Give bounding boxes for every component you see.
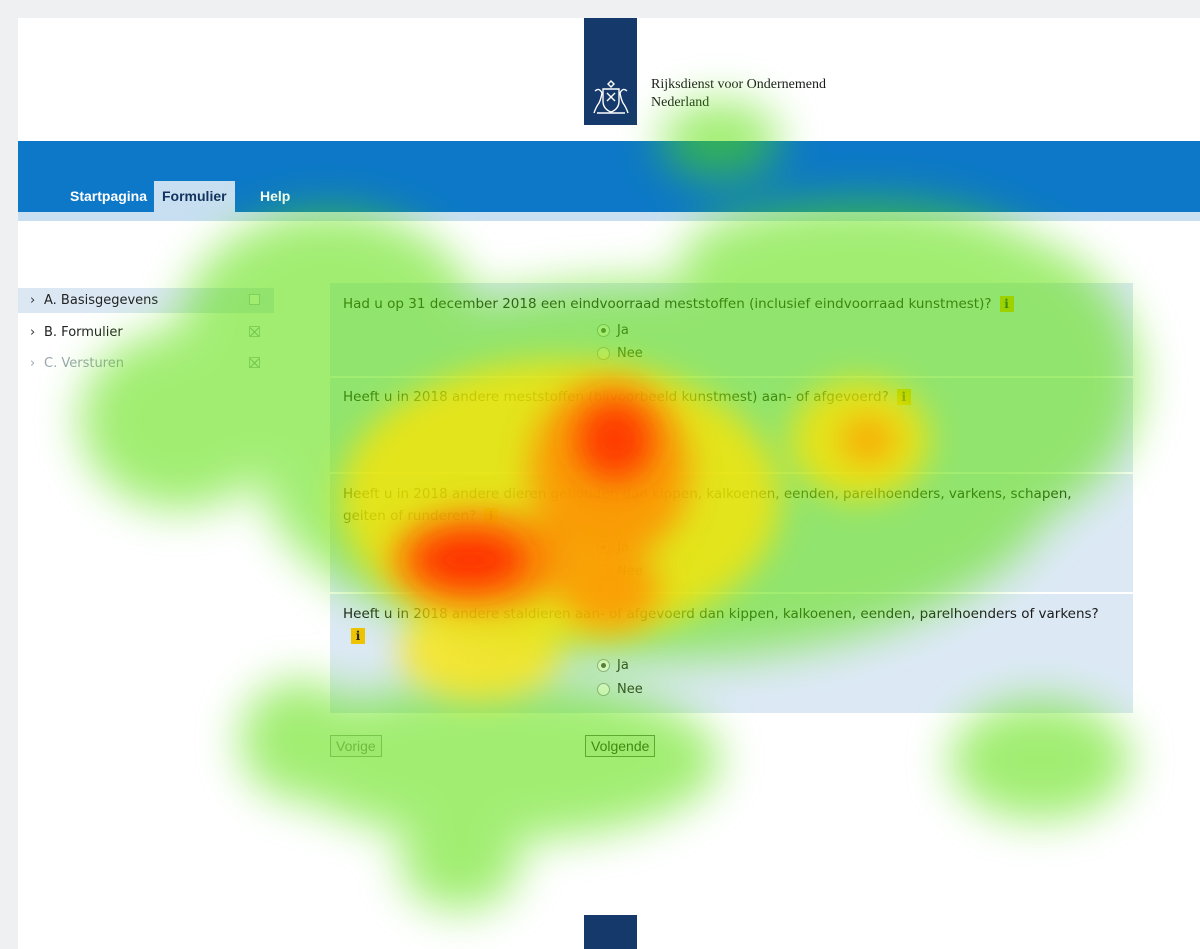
radio-button[interactable]: [597, 324, 610, 337]
question-divider: [330, 376, 1133, 378]
organization-name: Rijksdienst voor Ondernemend Nederland: [651, 76, 826, 112]
radio-button[interactable]: [597, 445, 610, 458]
question-label: Heeft u in 2018 andere dieren gehouden d…: [343, 486, 1072, 524]
radio-label: Ja: [617, 420, 629, 435]
previous-button[interactable]: Vorige: [330, 735, 382, 757]
chevron-right-icon: ›: [30, 293, 36, 308]
question-label: Heeft u in 2018 andere staldieren aan- o…: [343, 606, 1099, 622]
radio-label: Nee: [617, 346, 643, 361]
question-panel: Had u op 31 december 2018 een eindvoorra…: [330, 283, 1133, 713]
sidebar-item-formulier[interactable]: › B. Formulier: [18, 320, 274, 345]
organization-name-line2: Nederland: [651, 95, 710, 110]
sidebar-item-basisgegevens[interactable]: › A. Basisgegevens: [18, 288, 274, 313]
radio-button[interactable]: [597, 541, 610, 554]
question-text: Heeft u in 2018 andere meststoffen (bijv…: [343, 386, 1113, 408]
sidebar-item-label: C. Versturen: [44, 356, 124, 371]
radio-button[interactable]: [597, 659, 610, 672]
radio-label: Nee: [617, 564, 643, 579]
status-crossed-icon: [249, 357, 260, 368]
sidebar-item-label: B. Formulier: [44, 325, 123, 340]
coat-of-arms-icon: [592, 80, 629, 114]
status-crossed-icon: [249, 326, 260, 337]
question-text: Had u op 31 december 2018 een eindvoorra…: [343, 293, 1113, 315]
tab-formulier[interactable]: Formulier: [154, 181, 235, 212]
info-icon[interactable]: i: [351, 628, 365, 644]
footer-logo-block: [584, 915, 637, 949]
info-icon[interactable]: i: [896, 389, 911, 405]
radio-label: Nee: [617, 682, 643, 697]
tab-help[interactable]: Help: [252, 181, 298, 212]
question-text: Heeft u in 2018 andere dieren gehouden d…: [343, 483, 1113, 527]
radio-button[interactable]: [597, 683, 610, 696]
radio-label: Ja: [617, 540, 629, 555]
navigation-stripe: [18, 212, 1200, 221]
info-icon[interactable]: i: [999, 296, 1014, 312]
question-label: Heeft u in 2018 andere meststoffen (bijv…: [343, 389, 889, 405]
radio-label: Nee: [617, 444, 643, 459]
tab-startpagina[interactable]: Startpagina: [62, 181, 155, 212]
sidebar-item-label: A. Basisgegevens: [44, 293, 159, 308]
radio-button[interactable]: [597, 565, 610, 578]
radio-button[interactable]: [597, 347, 610, 360]
question-divider: [330, 472, 1133, 474]
government-logo: [584, 18, 637, 125]
question-label: Had u op 31 december 2018 een eindvoorra…: [343, 296, 992, 312]
question-text: Heeft u in 2018 andere staldieren aan- o…: [343, 603, 1113, 647]
organization-name-line1: Rijksdienst voor Ondernemend: [651, 77, 826, 92]
radio-label: Ja: [617, 658, 629, 673]
question-divider: [330, 592, 1133, 594]
radio-label: Ja: [617, 323, 629, 338]
next-button[interactable]: Volgende: [585, 735, 656, 757]
status-checkbox-icon: [249, 294, 260, 305]
chevron-right-icon: ›: [30, 325, 36, 340]
info-icon[interactable]: i: [484, 508, 499, 524]
page: Rijksdienst voor Ondernemend Nederland S…: [18, 18, 1200, 949]
chevron-right-icon: ›: [30, 356, 36, 371]
radio-button[interactable]: [597, 421, 610, 434]
sidebar-item-versturen[interactable]: › C. Versturen: [18, 351, 274, 376]
